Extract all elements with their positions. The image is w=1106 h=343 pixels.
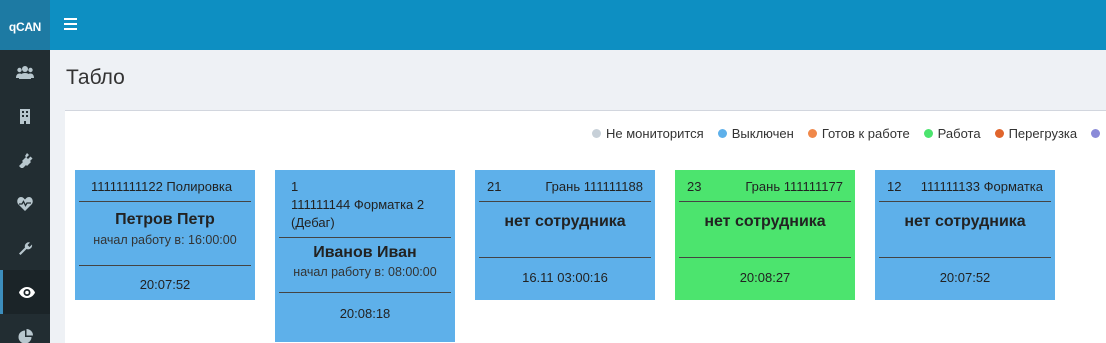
plug-icon[interactable] xyxy=(0,138,50,182)
machine-card[interactable]: 12 111111133 Форматка нет сотрудника 20:… xyxy=(875,170,1055,300)
card-header: 11111111122 Полировка xyxy=(79,170,251,202)
legend-dot xyxy=(592,129,601,138)
card-time: 16.11 03:00:16 xyxy=(522,270,608,285)
menu-toggle-icon[interactable] xyxy=(64,18,78,30)
work-start: начал работу в: 16:00:00 xyxy=(93,233,237,247)
machine-number: 23 xyxy=(687,179,702,194)
legend-dot xyxy=(807,129,817,138)
machine-note: (Дебаг) xyxy=(291,215,335,230)
legend-dot xyxy=(1091,129,1101,138)
legend-label: Не мониторится xyxy=(606,126,704,141)
machine-title: Грань 111111188 xyxy=(545,179,643,194)
legend-work: Работа xyxy=(923,126,981,141)
employee-name: Петров Петр xyxy=(115,211,215,228)
card-body: Петров Петр начал работу в: 16:00:00 xyxy=(79,202,251,266)
employee-name: нет сотрудника xyxy=(504,213,626,230)
building-icon[interactable] xyxy=(0,94,50,138)
work-start: начал работу в: 08:00:00 xyxy=(293,265,437,279)
machine-card[interactable]: 21 Грань 111111188 нет сотрудника 16.11 … xyxy=(475,170,655,300)
card-header: 1 111111144 Форматка 2 (Дебаг) xyxy=(279,170,451,238)
card-time: 20:07:52 xyxy=(939,270,991,285)
legend-overload: Перегрузка xyxy=(994,126,1078,141)
wrench-icon[interactable] xyxy=(0,226,50,270)
legend-label: Готов к работе xyxy=(821,126,910,141)
legend-other xyxy=(1091,129,1105,138)
legend-ready: Готов к работе xyxy=(807,126,910,141)
legend-label: Работа xyxy=(937,126,981,141)
employee-name: Иванов Иван xyxy=(313,244,417,261)
card-time: 20:08:18 xyxy=(339,306,391,321)
machine-title: 111111133 Форматка xyxy=(920,179,1043,194)
card-header: 12 111111133 Форматка xyxy=(879,170,1051,202)
eye-icon[interactable] xyxy=(0,270,50,314)
page-title: Табло xyxy=(66,66,125,89)
legend-dot xyxy=(994,129,1004,138)
card-body: нет сотрудника xyxy=(479,202,651,258)
legend-label: Перегрузка xyxy=(1008,126,1078,141)
card-body: Иванов Иван начал работу в: 08:00:00 xyxy=(279,238,451,293)
machine-card[interactable]: 1 111111144 Форматка 2 (Дебаг) Иванов Ив… xyxy=(275,170,455,342)
card-time: 20:08:27 xyxy=(739,270,791,285)
legend-dot xyxy=(923,129,933,138)
top-navbar: qCAN xyxy=(0,0,1106,50)
employee-name: нет сотрудника xyxy=(704,213,826,230)
machine-number: 12 xyxy=(887,179,902,194)
legend-dot xyxy=(717,129,727,138)
sidebar xyxy=(0,50,50,343)
pie-chart-icon[interactable] xyxy=(0,314,50,343)
machine-number: 21 xyxy=(487,179,502,194)
legend-off: Выключен xyxy=(717,126,794,141)
card-body: нет сотрудника xyxy=(679,202,851,258)
employee-name: нет сотрудника xyxy=(904,213,1026,230)
machine-title: 111111144 Форматка 2 xyxy=(291,197,425,212)
machine-card[interactable]: 11111111122 Полировка Петров Петр начал … xyxy=(75,170,255,300)
card-body: нет сотрудника xyxy=(879,202,1051,258)
card-header: 21 Грань 111111188 xyxy=(479,170,651,202)
app-logo[interactable]: qCAN xyxy=(0,0,50,50)
legend-not-monitored: Не мониторится xyxy=(592,126,704,141)
machine-number: 1 xyxy=(291,179,299,194)
heartbeat-icon[interactable] xyxy=(0,182,50,226)
users-icon[interactable] xyxy=(0,50,50,94)
legend-label: Выключен xyxy=(731,126,794,141)
card-header: 23 Грань 111111177 xyxy=(679,170,851,202)
machine-card[interactable]: 23 Грань 111111177 нет сотрудника 20:08:… xyxy=(675,170,855,300)
machine-title: Грань 111111177 xyxy=(745,179,843,194)
status-legend: Не мониторится Выключен Готов к работе Р… xyxy=(592,126,1106,141)
card-time: 20:07:52 xyxy=(139,277,191,292)
